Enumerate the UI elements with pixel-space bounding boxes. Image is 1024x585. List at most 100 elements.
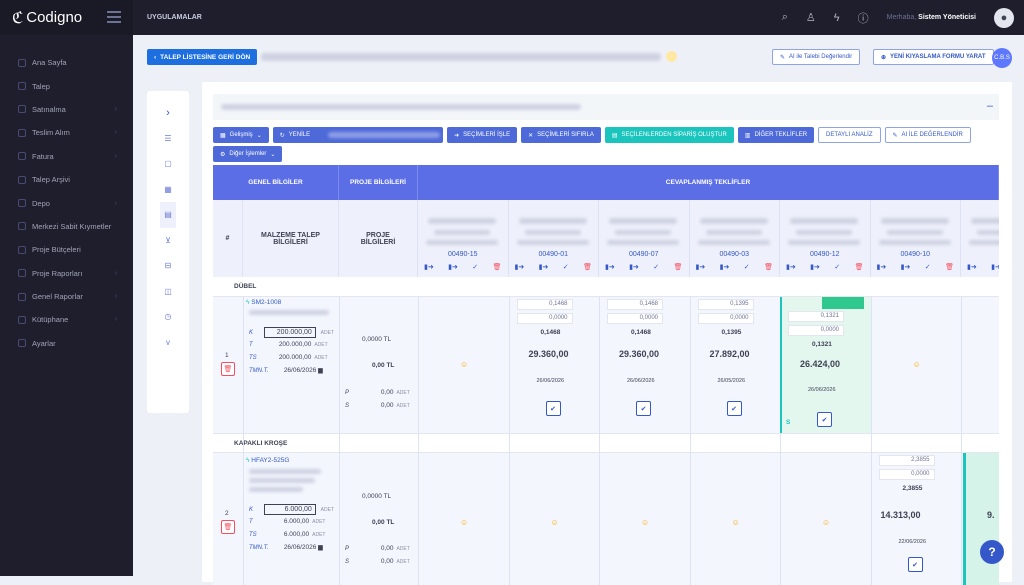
material-code[interactable]: ϟ SM2-1008	[246, 299, 281, 306]
sidebar-item[interactable]: Proje Bütçeleri	[0, 238, 133, 261]
bell-icon[interactable]: ♙	[806, 11, 816, 24]
supplier-name-blurred	[609, 218, 677, 224]
trash-icon[interactable]: 🗑	[493, 263, 502, 271]
expand-chevron-icon[interactable]: ›	[166, 100, 170, 126]
offer-code[interactable]: 00490-12	[780, 251, 870, 258]
offer-code[interactable]: 00490-01	[509, 251, 599, 258]
document-icon[interactable]: ▤	[160, 202, 176, 228]
sidebar-item[interactable]: Teslim Alım ›	[0, 121, 133, 144]
sidebar-item[interactable]: Ana Sayfa	[0, 51, 133, 74]
approve-icon[interactable]: ✓	[834, 263, 840, 271]
truck-icon[interactable]: ⊟	[165, 253, 172, 279]
transfer-icon[interactable]: ▮➜	[786, 263, 796, 271]
user-greeting[interactable]: Merhaba, Sistem Yöneticisi	[887, 14, 976, 21]
trash-icon[interactable]: 🗑	[855, 263, 864, 271]
panel-header[interactable]: –	[213, 94, 999, 120]
transfer-icon[interactable]: ▮➜	[901, 263, 911, 271]
select-offer-button[interactable]: ✔	[636, 401, 651, 416]
offer-code[interactable]: 00490-03	[690, 251, 780, 258]
transfer-icon[interactable]: ▮➜	[991, 263, 999, 271]
sidebar-item[interactable]: Fatura ›	[0, 145, 133, 168]
quantity-input[interactable]: 6.000,00	[263, 504, 316, 515]
avatar[interactable]: ●	[994, 7, 1014, 28]
approve-icon[interactable]: ✓	[925, 263, 931, 271]
transfer-icon[interactable]: ▮➜	[967, 263, 977, 271]
reset-selections-button[interactable]: ✕ SEÇİMLERİ SIFIRLA	[521, 127, 601, 143]
trash-icon[interactable]: 🗑	[221, 362, 235, 376]
sidebar-item[interactable]: Satınalma ›	[0, 98, 133, 121]
advanced-dropdown[interactable]: ▦ Gelişmiş ⌄	[213, 127, 269, 143]
trash-icon[interactable]: 🗑	[674, 263, 683, 271]
select-offer-button[interactable]: ✔	[545, 401, 561, 416]
sidebar-item[interactable]: Talep	[0, 74, 133, 97]
collapse-icon[interactable]: –	[987, 100, 993, 112]
trash-icon[interactable]: 🗑	[764, 263, 773, 271]
material-code[interactable]: ϟ HFAY2-525G	[246, 457, 289, 464]
sidebar: Ana Sayfa Talep Satınalma › Teslim Alım › Fatu…	[0, 35, 133, 576]
select-offer-button[interactable]: ✔	[817, 412, 832, 427]
cart-icon[interactable]: ⊻	[165, 228, 171, 254]
lightning-icon[interactable]: ϟ	[834, 12, 840, 24]
create-order-button[interactable]: ▤ SEÇİLENLERDEN SİPARİŞ OLUŞTUR	[604, 127, 734, 143]
quantity-input[interactable]: 200.000,00	[263, 327, 316, 338]
transfer-icon[interactable]: ▮➜	[539, 263, 549, 271]
new-comparison-form-button[interactable]: ⊕ YENİ KIYASLAMA FORMU YARAT	[873, 49, 994, 65]
approve-icon[interactable]: ✓	[653, 263, 659, 271]
transfer-icon[interactable]: ▮➜	[605, 263, 615, 271]
transfer-icon[interactable]: ▮➜	[877, 263, 887, 271]
offer-code[interactable]: 00490-10	[871, 251, 961, 258]
apps-menu[interactable]: UYGULAMALAR	[147, 14, 202, 21]
offer-code[interactable]: 0	[961, 251, 999, 258]
sidebar-item[interactable]: Depo ›	[0, 191, 133, 214]
check-v-icon[interactable]: v	[166, 330, 170, 356]
codigno-logo-icon: ℭ	[12, 9, 24, 27]
other-offers-button[interactable]: ▥ DİĞER TEKLİFLER	[737, 127, 815, 143]
process-selections-button[interactable]: ➜ SEÇİMLERİ İŞLE	[447, 127, 518, 143]
calendar-icon: ▆	[318, 368, 323, 374]
sidebar-item[interactable]: Ayarlar	[0, 332, 133, 355]
select-offer-button[interactable]: ✔	[907, 557, 923, 572]
tmn-row: TMN.T. 26/06/2026 ▆	[249, 367, 323, 374]
trash-icon[interactable]: 🗑	[221, 520, 235, 534]
approve-icon[interactable]: ✓	[744, 263, 750, 271]
help-circle-icon[interactable]: ⓘ	[858, 10, 869, 26]
calendar-icon[interactable]: ▦	[164, 177, 172, 203]
list-icon[interactable]: ☰	[164, 126, 171, 152]
clock-icon[interactable]: ◷	[165, 304, 172, 330]
sidebar-item[interactable]: Merkezi Sabit Kıymetler	[0, 215, 133, 238]
sidebar-item[interactable]: Kütüphane ›	[0, 308, 133, 331]
sidebar-item[interactable]: Talep Arşivi	[0, 168, 133, 191]
other-operations-dropdown[interactable]: ⚙ Diğer İşlemler ⌄	[213, 146, 283, 162]
ai-evaluate-request-button[interactable]: ✎ AI ile Talebi Değerlendir	[772, 49, 861, 65]
offer-code[interactable]: 00490-15	[418, 251, 508, 258]
search-icon[interactable]: ⌕	[782, 11, 788, 24]
trash-icon[interactable]: 🗑	[583, 263, 592, 271]
column-divider	[508, 297, 510, 585]
menu-toggle-icon[interactable]	[107, 11, 121, 26]
chevron-down-icon: ⌄	[256, 132, 262, 139]
transfer-icon[interactable]: ▮➜	[696, 263, 706, 271]
transfer-icon[interactable]: ▮➜	[448, 263, 458, 271]
trash-icon[interactable]: 🗑	[945, 263, 954, 271]
offer-code[interactable]: 00490-07	[599, 251, 689, 258]
help-button[interactable]: ?	[980, 540, 1004, 564]
transfer-icon[interactable]: ▮➜	[424, 263, 434, 271]
approve-icon[interactable]: ✓	[563, 263, 569, 271]
logo[interactable]: ℭ Codigno	[0, 0, 133, 35]
ai-evaluate-button[interactable]: ✎ AI İLE DEĞERLENDİR	[884, 127, 971, 143]
company-avatar[interactable]: C.B.S	[992, 48, 1012, 68]
transfer-icon[interactable]: ▮➜	[720, 263, 730, 271]
transfer-icon[interactable]: ▮➜	[629, 263, 639, 271]
transfer-icon[interactable]: ▮➜	[515, 263, 525, 271]
chart-icon[interactable]: ◫	[164, 279, 172, 305]
detailed-analysis-button[interactable]: DETAYLI ANALİZ	[818, 127, 881, 143]
select-offer-button[interactable]: ✔	[726, 401, 742, 416]
supplier-name-blurred	[788, 240, 860, 245]
approve-icon[interactable]: ✓	[472, 263, 478, 271]
box-icon[interactable]: ▢	[164, 151, 172, 177]
transfer-icon[interactable]: ▮➜	[810, 263, 820, 271]
sidebar-item[interactable]: Proje Raporları ›	[0, 262, 133, 285]
refresh-button[interactable]: ↻ YENİLE	[272, 127, 444, 143]
back-to-list-button[interactable]: ‹ TALEP LİSTESİNE GERİ DÖN	[147, 49, 258, 65]
sidebar-item[interactable]: Genel Raporlar ›	[0, 285, 133, 308]
